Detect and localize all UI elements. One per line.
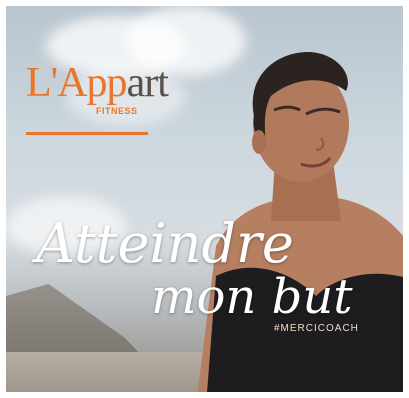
logo-wordmark-rest: art [126, 60, 169, 106]
logo-wordmark-accent: L'App [26, 60, 128, 106]
background-photo: L'Appart FITNESS Atteindre mon but #MERC… [6, 6, 403, 392]
headline-line-1: Atteindre [36, 212, 294, 275]
ad-frame: L'Appart FITNESS Atteindre mon but #MERC… [0, 0, 409, 398]
logo-underline [26, 132, 148, 135]
logo-wordmark: L'Appart [26, 60, 169, 106]
headline-line-2: mon but [151, 269, 353, 325]
hashtag: #MERCICOACH [274, 323, 359, 334]
brand-logo: L'Appart FITNESS [26, 60, 169, 142]
logo-subtitle: FITNESS [96, 106, 138, 116]
